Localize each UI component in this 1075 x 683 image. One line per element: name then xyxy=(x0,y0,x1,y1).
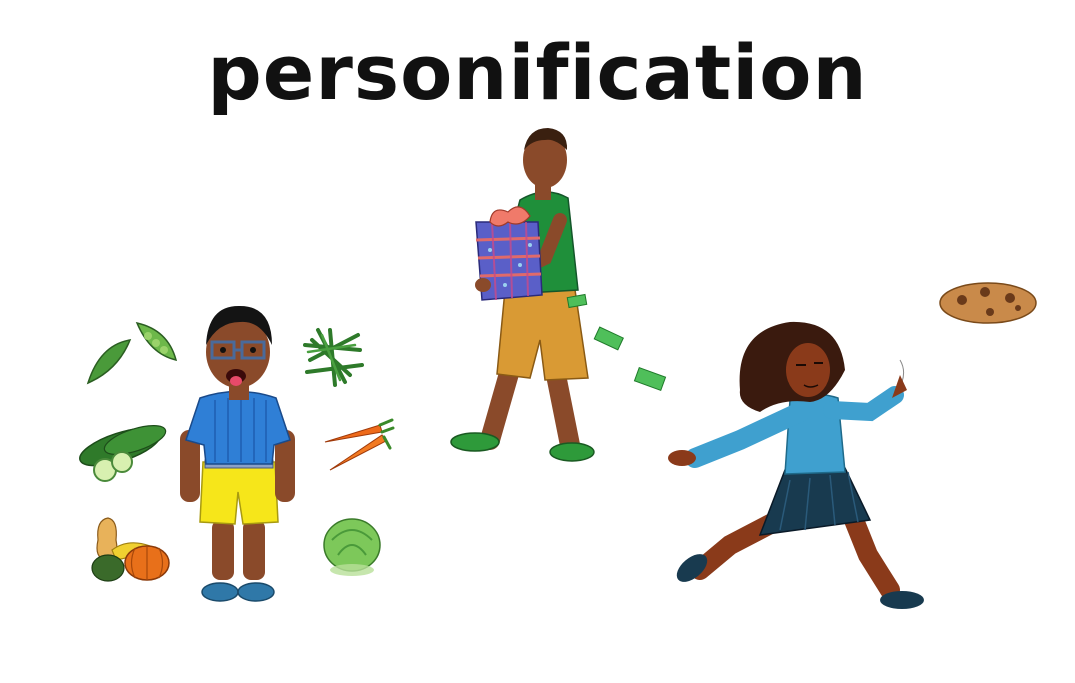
walking-boy-figure xyxy=(450,128,667,462)
lettuce-icon xyxy=(323,518,381,576)
left-group xyxy=(79,305,395,602)
girl-figure xyxy=(668,282,1037,609)
boy-figure xyxy=(180,305,295,602)
carrot-icon xyxy=(324,418,395,471)
scene-svg xyxy=(79,128,1037,609)
cucumber-icon xyxy=(79,425,167,482)
cookie-icon xyxy=(939,282,1037,324)
green-beans-icon xyxy=(303,328,364,387)
pea-pod-icon xyxy=(86,321,178,385)
pumpkin-icon xyxy=(91,517,170,582)
illustration-stage: personification xyxy=(0,0,1075,683)
